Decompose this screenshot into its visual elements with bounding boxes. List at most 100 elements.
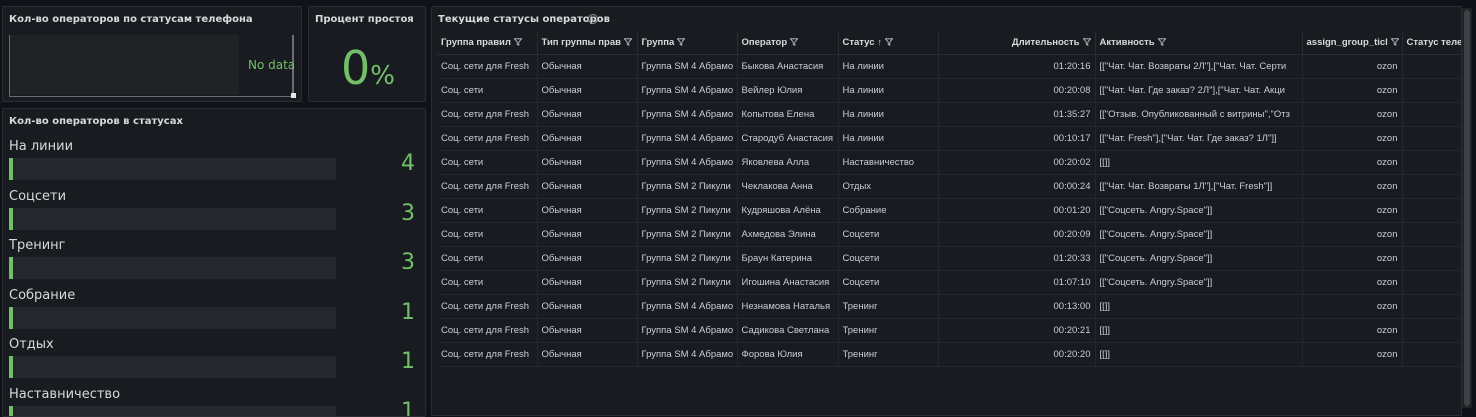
table-row[interactable]: Соц. сети для Fresh Обычная Группа SM 4 Аб… <box>437 318 1461 343</box>
table-row[interactable]: Соц. сети Обычная Группа SM 2 Пикули Браун … <box>437 246 1461 271</box>
page-scrollbar[interactable] <box>1462 8 1472 408</box>
table-cell: ozon <box>1302 222 1403 247</box>
table-cell <box>1402 318 1461 343</box>
table-cell: [["Чат. Чат. Где заказ? 2Л"],["Чат. Чат.… <box>1095 78 1303 103</box>
table-cell: Обычная <box>537 150 638 175</box>
filter-icon[interactable] <box>1390 38 1400 47</box>
column-header[interactable]: Статус ↑ <box>838 32 939 55</box>
table-row[interactable]: Соц. сети для Fresh Обычная Группа SM 4 Аб… <box>437 54 1461 79</box>
status-bar-track <box>9 158 336 180</box>
column-header-label: Статус теле <box>1406 37 1462 49</box>
scrollbar-thumb[interactable] <box>1464 10 1470 406</box>
table-row[interactable]: Соц. сети для Fresh Обычная Группа SM 4 Аб… <box>437 294 1461 319</box>
table-cell: Ахмедова Элина <box>737 222 839 247</box>
panel-title[interactable]: Кол-во операторов по статусам телефона <box>9 14 253 25</box>
table-cell: Обычная <box>537 270 638 295</box>
filter-icon[interactable] <box>884 38 894 47</box>
table-cell: Группа SM 4 Абрамо <box>637 102 738 127</box>
table-cell: [[]] <box>1095 342 1303 367</box>
status-bar-track <box>9 356 336 378</box>
filter-icon[interactable] <box>1157 38 1167 47</box>
table-cell: На линии <box>838 54 939 79</box>
column-header[interactable]: Группа правил <box>437 32 538 55</box>
table-cell: [["Чат. Чат. Возвраты 2Л"],["Чат. Чат. С… <box>1095 54 1303 79</box>
status-bar-label: Тренинг <box>9 238 66 253</box>
table-cell: [["Соцсеть. Angry.Space"]] <box>1095 246 1303 271</box>
filter-icon[interactable] <box>623 38 633 47</box>
y-axis <box>9 35 10 97</box>
info-icon[interactable]: i <box>588 14 598 24</box>
table-cell: 01:07:10 <box>938 270 1096 295</box>
x-axis <box>9 96 293 97</box>
filter-icon[interactable] <box>513 38 523 47</box>
table-cell: 00:10:17 <box>938 126 1096 151</box>
table-cell: 00:20:02 <box>938 150 1096 175</box>
status-bar-fill <box>9 356 13 378</box>
table-cell: Соц. сети <box>437 150 538 175</box>
table-cell: Яковлева Алла <box>737 150 839 175</box>
table-row[interactable]: Соц. сети Обычная Группа SM 2 Пикули Ахмедо… <box>437 222 1461 247</box>
status-bar-row: Наставничество 1 <box>9 387 419 416</box>
table-row[interactable]: Соц. сети Обычная Группа SM 4 Абрамо Вейлер… <box>437 78 1461 103</box>
status-bar-row: На линии 4 <box>9 139 419 187</box>
table-row[interactable]: Соц. сети Обычная Группа SM 2 Пикули Кудряш… <box>437 198 1461 223</box>
column-header[interactable]: Тип группы прав <box>537 32 638 55</box>
filter-icon[interactable] <box>676 38 686 47</box>
table-body: Соц. сети для Fresh Обычная Группа SM 4 Аб… <box>437 54 1461 367</box>
resize-handle[interactable] <box>291 93 296 98</box>
table-cell <box>1402 294 1461 319</box>
table-row[interactable]: Соц. сети Обычная Группа SM 4 Абрамо Яковле… <box>437 150 1461 175</box>
filter-icon[interactable] <box>1082 38 1091 47</box>
operators-table: Группа правил Тип группы прав Группа Операт… <box>437 32 1462 367</box>
panel-title[interactable]: Кол-во операторов в статусах <box>9 116 183 127</box>
column-header-label: Длительность <box>1011 37 1080 49</box>
panel-title[interactable]: Процент простоя <box>315 14 414 25</box>
table-cell: Обычная <box>537 126 638 151</box>
table-cell: ozon <box>1302 294 1403 319</box>
table-row[interactable]: Соц. сети для Fresh Обычная Группа SM 2 Пи… <box>437 174 1461 199</box>
table-row[interactable]: Соц. сети для Fresh Обычная Группа SM 4 Аб… <box>437 126 1461 151</box>
status-bar-value: 4 <box>401 151 415 176</box>
column-header[interactable]: Активность <box>1095 32 1303 55</box>
column-header-label: Тип группы прав <box>541 37 621 49</box>
table-cell: Соц. сети <box>437 270 538 295</box>
status-bar-track <box>9 257 336 279</box>
table-cell: Соц. сети <box>437 222 538 247</box>
column-header-label: Статус <box>842 37 875 49</box>
table-cell <box>1402 174 1461 199</box>
table-cell: Чеклакова Анна <box>737 174 839 199</box>
table-cell: ozon <box>1302 78 1403 103</box>
table-cell: Соц. сети для Fresh <box>437 126 538 151</box>
table-header-row: Группа правил Тип группы прав Группа Операт… <box>437 32 1462 55</box>
column-header[interactable]: Статус теле <box>1402 32 1462 55</box>
table-cell <box>1402 342 1461 367</box>
column-header[interactable]: assign_group_ticl <box>1302 32 1403 55</box>
status-bar-row: Соцсети 3 <box>9 189 419 237</box>
panel-title[interactable]: Текущие статусы операторов <box>438 14 610 25</box>
table-cell: Группа SM 4 Абрамо <box>637 342 738 367</box>
status-bar-track <box>9 306 336 329</box>
column-header[interactable]: Оператор <box>737 32 839 55</box>
column-header[interactable]: Длительность <box>938 32 1096 55</box>
table-cell: [["Соцсеть. Angry.Space"]] <box>1095 270 1303 295</box>
status-bar-track <box>9 405 336 416</box>
column-header[interactable]: Группа <box>637 32 738 55</box>
table-cell: [["Соцсеть. Angry.Space"]] <box>1095 222 1303 247</box>
table-row[interactable]: Соц. сети для Fresh Обычная Группа SM 4 Аб… <box>437 102 1461 127</box>
table-row[interactable]: Соц. сети Обычная Группа SM 2 Пикули Игошин… <box>437 270 1461 295</box>
table-cell: На линии <box>838 78 939 103</box>
table-cell <box>1402 198 1461 223</box>
table-cell: ozon <box>1302 318 1403 343</box>
stat-value: 0% <box>309 41 425 95</box>
table-row[interactable]: Соц. сети для Fresh Обычная Группа SM 4 Аб… <box>437 342 1461 367</box>
filter-icon[interactable] <box>789 38 799 47</box>
table-cell: Соц. сети для Fresh <box>437 342 538 367</box>
table-cell: [["Отзыв. Опубликованный с витрины","Отз <box>1095 102 1303 127</box>
table-cell: Группа SM 4 Абрамо <box>637 150 738 175</box>
table-cell: Группа SM 4 Абрамо <box>637 126 738 151</box>
table-cell: Соц. сети <box>437 78 538 103</box>
table-cell: Вейлер Юлия <box>737 78 839 103</box>
stat-number: 0 <box>341 41 371 95</box>
sort-ascending-icon[interactable]: ↑ <box>878 37 883 47</box>
column-header-label: Группа правил <box>441 37 511 49</box>
